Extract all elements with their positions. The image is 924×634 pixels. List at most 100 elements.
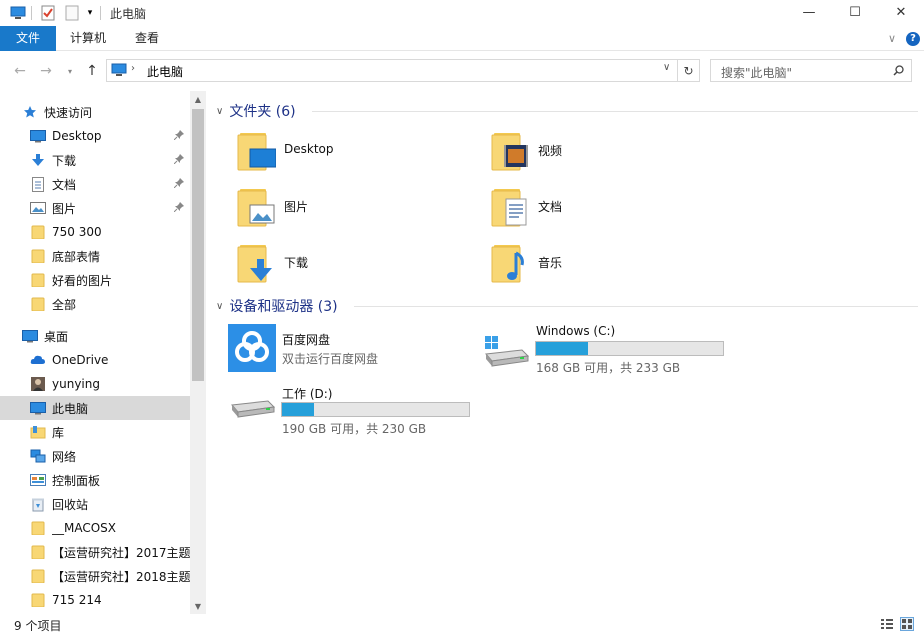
sidebar-item[interactable]: 回收站 <box>0 492 190 516</box>
folders-group-title: 文件夹 (6) <box>229 104 296 120</box>
sidebar-item[interactable]: 715 214 <box>0 588 190 612</box>
close-button[interactable]: ✕ <box>878 0 924 24</box>
device-description: 双击运行百度网盘 <box>282 352 379 366</box>
computer-icon <box>111 63 127 76</box>
sidebar-item[interactable]: yunying <box>0 372 190 396</box>
folder-label: 音乐 <box>538 256 563 270</box>
folder-icon <box>30 521 46 535</box>
search-placeholder: 搜索"此电脑" <box>721 66 793 80</box>
sidebar-item-label: 750 300 <box>52 225 102 239</box>
details-view-icon[interactable] <box>880 617 894 631</box>
sidebar-item[interactable]: __MACOSX <box>0 516 190 540</box>
customize-toolbar-icon[interactable]: ▾ <box>84 4 96 22</box>
ribbon: 文件 计算机 查看 ∨ ? <box>0 26 924 51</box>
up-arrow-icon[interactable]: ↑ <box>82 63 102 79</box>
content-pane: ∨ 文件夹 (6) Desktop 视频图片 文档下载 音乐 ∨ 设备和驱动器 (3)… <box>206 91 924 614</box>
baidu-netdisk-icon <box>228 324 276 372</box>
sidebar-item[interactable]: 底部表情 <box>0 244 190 268</box>
devices-group-header[interactable]: ∨ 设备和驱动器 (3) <box>216 295 338 317</box>
sidebar-item[interactable]: 库 <box>0 420 190 444</box>
drive-c[interactable]: Windows (C:) 168 GB 可用，共 233 GB <box>482 322 732 376</box>
sidebar-item-label: 网络 <box>52 449 77 464</box>
minimize-icon: — <box>802 4 816 20</box>
sidebar-item-label: 文档 <box>52 177 77 192</box>
sidebar-item[interactable]: 文档 <box>0 172 190 196</box>
tab-file[interactable]: 文件 <box>0 26 56 51</box>
picture-folder-icon <box>236 187 276 227</box>
new-folder-icon[interactable] <box>62 4 82 22</box>
sidebar-item[interactable]: 全部 <box>0 292 190 316</box>
maximize-button[interactable]: ☐ <box>832 0 878 24</box>
breadcrumb-chevron-icon[interactable]: › <box>131 63 135 74</box>
picture-icon <box>30 201 46 215</box>
tab-computer[interactable]: 计算机 <box>60 26 116 51</box>
control-panel-icon <box>30 473 46 487</box>
search-input[interactable]: 搜索"此电脑" <box>710 59 912 82</box>
sidebar-item[interactable]: 【运营研究社】2017主题 <box>0 540 190 564</box>
cloud-icon <box>30 353 46 367</box>
address-bar[interactable]: › 此电脑 ∨ <box>106 59 678 82</box>
sidebar-item[interactable]: OneDrive <box>0 348 190 372</box>
pin-icon[interactable] <box>173 130 184 143</box>
chevron-down-icon[interactable]: ∨ <box>663 62 670 73</box>
scroll-thumb[interactable] <box>192 109 204 381</box>
chevron-down-icon[interactable]: ∨ <box>884 26 900 51</box>
sidebar-item[interactable]: 【运营研究社】2018主题 <box>0 564 190 588</box>
drive-name: 工作 (D:) <box>282 387 333 401</box>
sidebar-item-label: 【运营研究社】2018主题 <box>52 569 190 584</box>
video-folder-icon <box>490 131 530 171</box>
device-baidu-netdisk[interactable]: 百度网盘 双击运行百度网盘 <box>228 324 468 374</box>
user-icon <box>30 377 46 391</box>
sidebar-item-label: 控制面板 <box>52 473 101 488</box>
star-icon <box>22 105 38 119</box>
navigation-pane: 快速访问 Desktop 下载文档图片 750 300 底部表情好看的图片全部桌面 One… <box>0 91 206 614</box>
sidebar-item[interactable]: 下载 <box>0 148 190 172</box>
forward-arrow-icon[interactable]: → <box>36 63 56 79</box>
scroll-down-icon[interactable]: ▼ <box>190 598 206 614</box>
sidebar-item[interactable]: 桌面 <box>0 324 190 348</box>
folder-item[interactable]: 下载 <box>236 237 456 289</box>
drive-usage-bar <box>535 341 724 356</box>
scroll-up-icon[interactable]: ▲ <box>190 91 206 107</box>
chevron-down-icon[interactable]: ∨ <box>216 106 223 117</box>
sidebar-scrollbar[interactable]: ▲ ▼ <box>190 91 206 614</box>
folder-label: 文档 <box>538 200 563 214</box>
computer-icon[interactable] <box>8 4 28 22</box>
folder-label: 视频 <box>538 144 563 158</box>
folder-item[interactable]: 音乐 <box>490 237 710 289</box>
large-icons-view-icon[interactable] <box>900 617 914 631</box>
drive-d[interactable]: 工作 (D:) 190 GB 可用，共 230 GB <box>228 383 478 437</box>
sidebar-item[interactable]: 图片 <box>0 196 190 220</box>
folder-item[interactable]: Desktop <box>236 125 456 177</box>
recent-locations-icon[interactable]: ▾ <box>60 63 80 79</box>
chevron-down-icon[interactable]: ∨ <box>216 301 223 312</box>
back-arrow-icon[interactable]: ← <box>10 63 30 79</box>
properties-icon[interactable] <box>38 4 58 22</box>
download-folder-icon <box>236 243 276 283</box>
sidebar-item[interactable]: Desktop <box>0 124 190 148</box>
desktop-folder-icon <box>236 131 277 171</box>
help-icon[interactable]: ? <box>906 32 920 46</box>
folder-item[interactable]: 文档 <box>490 181 710 233</box>
sidebar-item-label: 好看的图片 <box>52 273 113 288</box>
sidebar-item[interactable]: 好看的图片 <box>0 268 190 292</box>
folders-group-header[interactable]: ∨ 文件夹 (6) <box>216 100 296 122</box>
refresh-button[interactable]: ↻ <box>678 59 700 82</box>
sidebar-item[interactable]: 此电脑 <box>0 396 190 420</box>
pin-icon[interactable] <box>173 154 184 167</box>
sidebar-item-label: OneDrive <box>52 353 109 367</box>
sidebar-item[interactable]: 网络 <box>0 444 190 468</box>
pin-icon[interactable] <box>173 178 184 191</box>
folder-label: 下载 <box>284 256 309 270</box>
pin-icon[interactable] <box>173 202 184 215</box>
sidebar-item[interactable]: 750 300 <box>0 220 190 244</box>
tab-view[interactable]: 查看 <box>120 26 174 51</box>
devices-group-title: 设备和驱动器 (3) <box>229 299 338 315</box>
sidebar-item[interactable]: 快速访问 <box>0 100 190 124</box>
breadcrumb[interactable]: 此电脑 <box>147 63 183 80</box>
sidebar-item-label: yunying <box>52 377 100 391</box>
folder-item[interactable]: 图片 <box>236 181 456 233</box>
sidebar-item[interactable]: 控制面板 <box>0 468 190 492</box>
minimize-button[interactable]: — <box>786 0 832 24</box>
folder-item[interactable]: 视频 <box>490 125 710 177</box>
